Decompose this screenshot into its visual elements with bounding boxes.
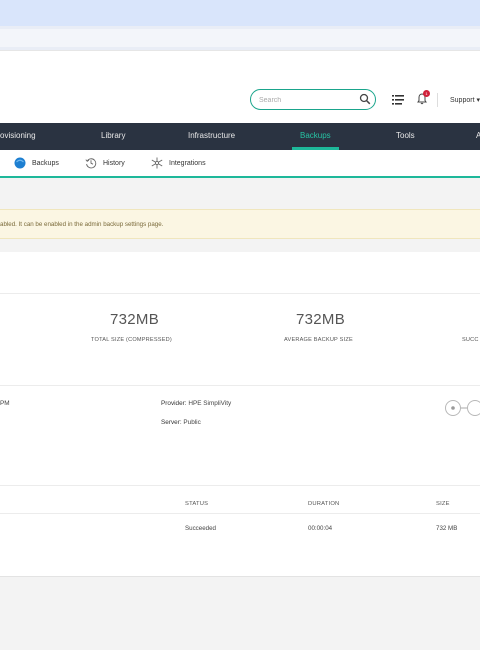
column-header-status[interactable]: STATUS [185, 501, 208, 507]
column-header-duration[interactable]: DURATION [308, 501, 339, 507]
notifications-button[interactable]: 1 [417, 90, 430, 107]
history-icon [85, 158, 97, 169]
backup-detail-card: 732MB TOTAL SIZE (COMPRESSED) 732MB AVER… [0, 252, 480, 577]
enable-toggle-icon[interactable] [444, 399, 480, 417]
row-duration: 00:00:04 [308, 525, 333, 532]
backups-icon [14, 157, 26, 169]
nav-infrastructure[interactable]: Infrastructure [188, 123, 235, 150]
support-menu[interactable]: Support ▾ [450, 96, 480, 104]
search-input[interactable] [259, 94, 355, 106]
sub-nav: Backups History Integrations [0, 150, 480, 178]
main-nav: ovisioning Library Infrastructure Backup… [0, 123, 480, 150]
subnav-integrations[interactable]: Integrations [151, 150, 206, 176]
warning-alert: abled. It can be enabled in the admin ba… [0, 209, 480, 239]
nav-backups[interactable]: Backups [300, 123, 331, 150]
provider-detail: Provider: HPE SimpliVity [161, 400, 231, 407]
app-header: 1 Support ▾ [0, 50, 480, 123]
nav-more[interactable]: A [476, 123, 480, 150]
average-size-label: AVERAGE BACKUP SIZE [284, 337, 353, 343]
header-divider [437, 93, 438, 107]
subnav-history-label: History [103, 159, 125, 167]
total-size-label: TOTAL SIZE (COMPRESSED) [91, 337, 172, 343]
card-divider [0, 485, 480, 486]
address-bar[interactable] [0, 29, 480, 47]
subnav-history[interactable]: History [85, 150, 125, 176]
server-value: Public [183, 419, 201, 426]
success-rate-label: SUCC [462, 337, 479, 343]
provider-label: Provider: [161, 400, 187, 407]
integrations-icon [151, 157, 163, 169]
server-detail: Server: Public [161, 419, 201, 426]
table-header-divider [0, 513, 480, 514]
nav-tools[interactable]: Tools [396, 123, 415, 150]
browser-toolbar [0, 26, 480, 50]
average-size-value: 732MB [296, 311, 346, 328]
search-icon[interactable] [359, 93, 371, 105]
notification-badge: 1 [423, 90, 430, 97]
total-size-value: 732MB [110, 311, 160, 328]
row-size: 732 MB [436, 525, 458, 532]
activity-list-icon[interactable] [392, 95, 404, 105]
browser-tab-strip [0, 0, 480, 26]
subnav-backups[interactable]: Backups [14, 150, 59, 176]
alert-text: abled. It can be enabled in the admin ba… [0, 221, 164, 228]
nav-provisioning[interactable]: ovisioning [0, 123, 36, 150]
search-box[interactable] [250, 89, 376, 110]
server-label: Server: [161, 419, 182, 426]
nav-library[interactable]: Library [101, 123, 125, 150]
column-header-size[interactable]: SIZE [436, 501, 450, 507]
provider-value: HPE SimpliVity [188, 400, 232, 407]
schedule-time: PM [0, 400, 10, 407]
subnav-backups-label: Backups [32, 159, 59, 167]
subnav-integrations-label: Integrations [169, 159, 206, 167]
card-divider [0, 385, 480, 386]
card-divider [0, 293, 480, 294]
row-status: Succeeded [185, 525, 216, 532]
